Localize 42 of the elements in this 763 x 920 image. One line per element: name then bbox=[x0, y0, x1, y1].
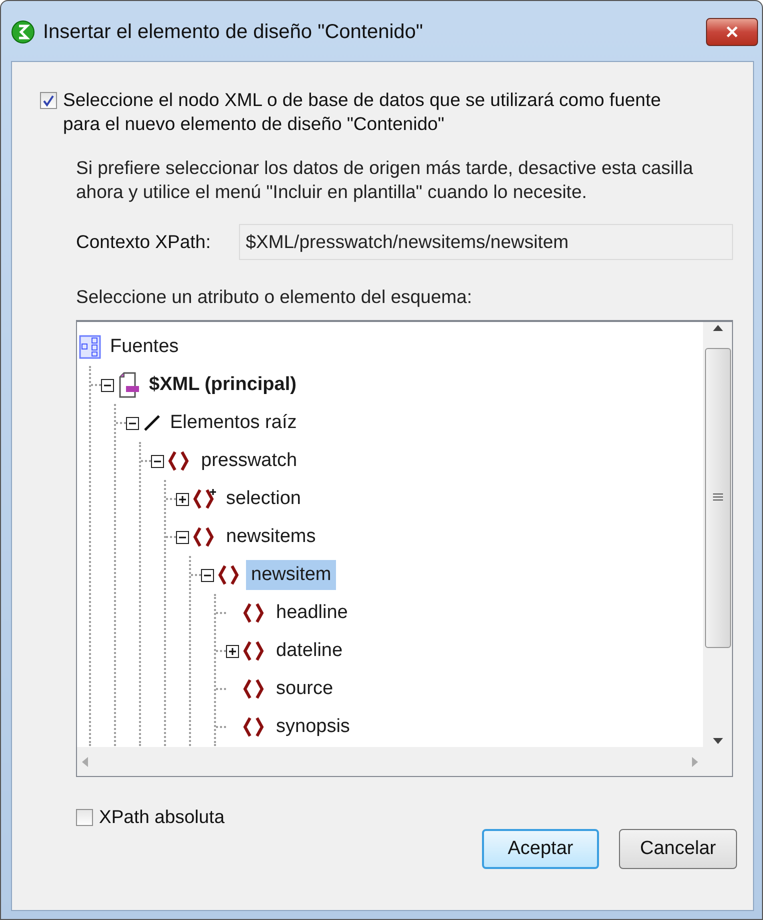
window-title: Insertar el elemento de diseño "Contenido" bbox=[43, 20, 424, 44]
tree-item[interactable]: Elementos raíz bbox=[165, 408, 302, 438]
tree-item[interactable]: $XML (principal) bbox=[144, 370, 302, 400]
sources-icon bbox=[79, 335, 101, 359]
app-logo-icon bbox=[11, 20, 35, 44]
expand-toggle[interactable] bbox=[226, 644, 239, 658]
tree-item[interactable]: synopsis bbox=[271, 712, 355, 742]
collapse-toggle[interactable] bbox=[101, 378, 114, 392]
checkbox-label: Seleccione el nodo XML o de base de datos que se utilizará como fuente para el nuevo elemento de diseño "Contenido" bbox=[63, 88, 662, 136]
element-plus-icon bbox=[193, 488, 217, 510]
xpath-context-field[interactable]: $XML/presswatch/newsitems/newsitem bbox=[238, 224, 733, 260]
tree-item[interactable]: Fuentes bbox=[105, 332, 184, 362]
scroll-thumb[interactable] bbox=[704, 348, 730, 648]
tree-item[interactable]: headline bbox=[271, 598, 353, 628]
grip-icon bbox=[712, 493, 724, 503]
plus-icon bbox=[178, 494, 187, 504]
expand-toggle[interactable] bbox=[176, 492, 189, 506]
collapse-toggle[interactable] bbox=[201, 568, 214, 582]
document-icon bbox=[118, 372, 140, 398]
scroll-up-icon[interactable] bbox=[712, 324, 724, 332]
tree-item[interactable]: newsitems bbox=[221, 522, 321, 552]
close-button[interactable]: ✕ bbox=[706, 18, 758, 46]
vertical-scrollbar[interactable] bbox=[703, 322, 732, 747]
dialog-button[interactable]: Aceptar bbox=[482, 829, 599, 869]
tree-label: Seleccione un atributo o elemento del esquema: bbox=[76, 286, 473, 308]
source-checkbox[interactable] bbox=[40, 92, 57, 109]
hint-text: Si prefiere seleccionar los datos de origen más tarde, desactive esta casilla ahora y utilice el menú "Incluir en plantilla" cuando lo necesite. bbox=[76, 156, 694, 204]
scroll-down-icon[interactable] bbox=[712, 737, 724, 745]
collapse-toggle[interactable] bbox=[126, 416, 139, 430]
collapse-toggle[interactable] bbox=[176, 530, 189, 544]
tree-item[interactable]: dateline bbox=[271, 636, 348, 666]
tree-item[interactable]: presswatch bbox=[196, 446, 302, 476]
slash-icon bbox=[143, 414, 161, 432]
context-label: Contexto XPath: bbox=[76, 230, 211, 254]
plus-icon bbox=[228, 646, 237, 656]
checkbox-label: XPath absoluta bbox=[99, 805, 224, 829]
collapse-toggle[interactable] bbox=[151, 454, 164, 468]
tree-item[interactable]: source bbox=[271, 674, 338, 704]
dialog-button[interactable]: Cancelar bbox=[619, 829, 737, 869]
tree-item[interactable]: selection bbox=[221, 484, 306, 514]
tree-item[interactable]: newsitem bbox=[246, 560, 336, 590]
absolute-checkbox[interactable] bbox=[76, 809, 93, 826]
